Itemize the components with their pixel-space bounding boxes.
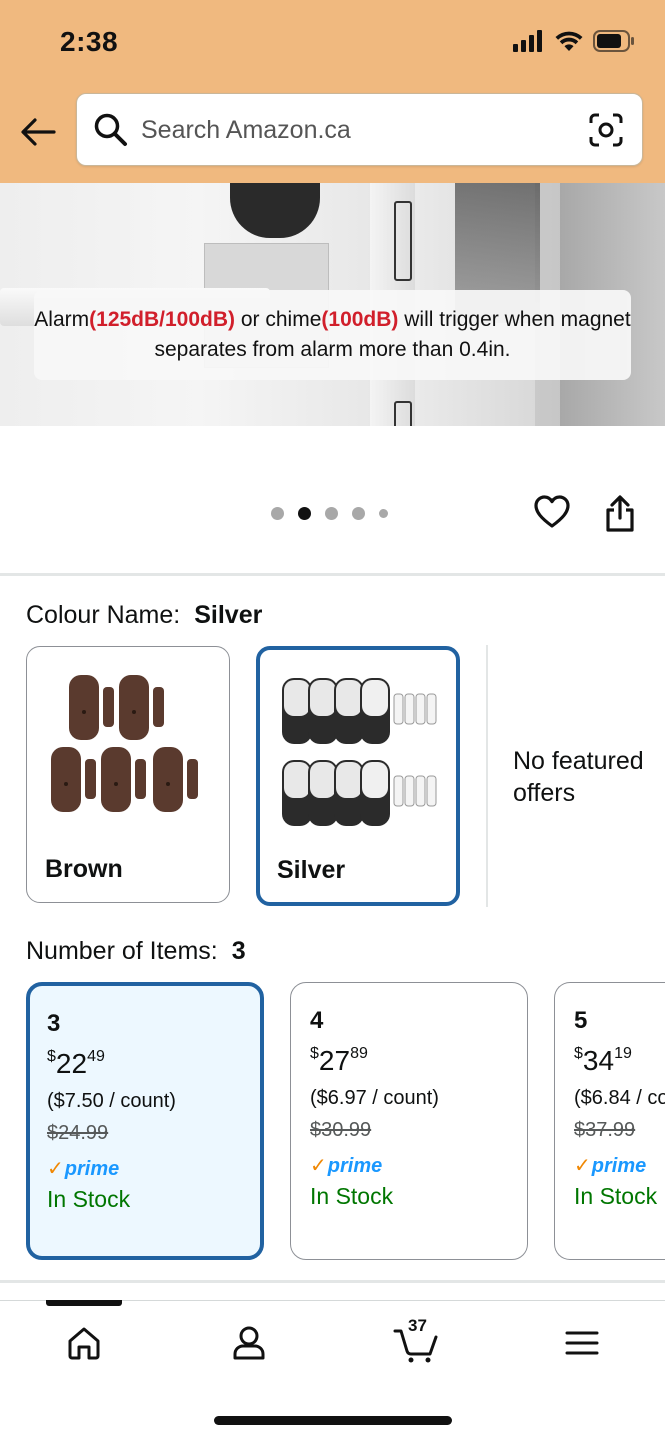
colour-option-brown[interactable]: Brown: [26, 646, 230, 903]
home-icon: [68, 1327, 100, 1360]
carousel-dot[interactable]: [271, 507, 284, 520]
prime-label: prime: [327, 1155, 383, 1177]
item-stock-status: In Stock: [47, 1186, 131, 1212]
caption-part: or chime: [235, 308, 322, 331]
camera-search-icon[interactable]: [588, 112, 624, 148]
item-price: $2249: [47, 1048, 105, 1080]
nav-account[interactable]: [219, 1320, 279, 1366]
image-strike-plate: [394, 201, 412, 281]
prime-label: prime: [64, 1158, 120, 1180]
colour-divider: [486, 645, 488, 907]
colour-option-label: Silver: [277, 856, 346, 884]
nav-home[interactable]: [54, 1320, 114, 1366]
prime-check-icon: ✓: [310, 1155, 327, 1177]
item-unit-price: ($7.50 / count): [47, 1090, 176, 1112]
image-strike-plate-lower: [394, 401, 412, 426]
item-quantity: 3: [47, 1010, 61, 1037]
wifi-icon: [555, 31, 583, 51]
price-currency: $: [47, 1048, 56, 1065]
colour-option-label: Brown: [45, 855, 123, 883]
share-icon: [606, 495, 634, 532]
product-image[interactable]: Alarm(125dB/100dB) or chime(100dB) will …: [0, 183, 665, 426]
share-button[interactable]: [601, 494, 639, 539]
colour-name-label: Colour Name: Silver: [26, 601, 262, 630]
prime-badge: ✓prime: [310, 1153, 382, 1178]
item-list-price: $30.99: [310, 1119, 372, 1141]
price-whole: 34: [582, 1045, 615, 1076]
heart-icon: [534, 495, 570, 528]
prime-badge: ✓prime: [574, 1153, 646, 1178]
search-input[interactable]: [141, 112, 561, 148]
nav-menu[interactable]: [552, 1320, 612, 1366]
prime-label: prime: [591, 1155, 647, 1177]
items-label-text: Number of Items:: [26, 937, 218, 965]
price-whole: 27: [318, 1045, 351, 1076]
prime-check-icon: ✓: [574, 1155, 591, 1177]
carousel-dots[interactable]: [271, 507, 388, 520]
item-quantity: 4: [310, 1007, 324, 1034]
prime-check-icon: ✓: [47, 1158, 64, 1180]
wishlist-button[interactable]: [533, 493, 571, 536]
active-tab-indicator: [46, 1300, 122, 1306]
item-quantity: 5: [574, 1007, 588, 1034]
search-bar[interactable]: [76, 93, 643, 166]
section-divider: [0, 573, 665, 576]
account-icon: [233, 1326, 265, 1360]
menu-icon: [565, 1331, 599, 1355]
colour-selected-value: Silver: [194, 601, 263, 629]
app-header: 2:38: [0, 0, 665, 183]
price-fraction: 19: [614, 1045, 632, 1062]
item-stock-status: In Stock: [574, 1183, 658, 1209]
carousel-dot[interactable]: [325, 507, 338, 520]
colour-label-text: Colour Name:: [26, 601, 181, 629]
section-divider: [0, 1280, 665, 1283]
item-option-3[interactable]: 3 $2249 ($7.50 / count) $24.99 ✓prime In…: [26, 982, 264, 1260]
price-currency: $: [574, 1045, 583, 1062]
price-fraction: 49: [87, 1048, 105, 1065]
back-button[interactable]: [18, 112, 58, 152]
price-whole: 22: [55, 1048, 88, 1079]
item-unit-price: ($6.97 / count): [310, 1087, 439, 1109]
caption-emphasis: (125dB/100dB): [89, 308, 236, 331]
item-option-4[interactable]: 4 $2789 ($6.97 / count) $30.99 ✓prime In…: [290, 982, 528, 1260]
item-option-5[interactable]: 5 $3419 ($6.84 / count) $37.99 ✓prime In…: [554, 982, 665, 1260]
item-price: $2789: [310, 1045, 368, 1077]
carousel-dot[interactable]: [352, 507, 365, 520]
search-icon: [94, 113, 127, 146]
prime-badge: ✓prime: [47, 1156, 119, 1181]
caption-emphasis: (100dB): [321, 308, 399, 331]
no-featured-offers: No featured offers: [513, 747, 644, 807]
image-caption: Alarm(125dB/100dB) or chime(100dB) will …: [34, 290, 631, 380]
home-indicator-bar[interactable]: [214, 1416, 452, 1425]
brown-product-thumbnail: [51, 675, 198, 812]
item-price: $3419: [574, 1045, 632, 1077]
item-list-price: $37.99: [574, 1119, 636, 1141]
cellular-signal-icon: [513, 30, 542, 52]
silver-product-thumbnail: [282, 678, 437, 826]
battery-icon: [593, 30, 634, 52]
item-stock-status: In Stock: [310, 1183, 394, 1209]
price-fraction: 89: [350, 1045, 368, 1062]
items-selected-value: 3: [231, 937, 246, 965]
status-time: 2:38: [60, 26, 119, 57]
back-arrow-icon: [21, 118, 56, 146]
item-unit-price: ($6.84 / count): [574, 1087, 665, 1109]
item-list-price: $24.99: [47, 1122, 109, 1144]
colour-option-silver[interactable]: Silver: [256, 646, 460, 906]
price-currency: $: [310, 1045, 319, 1062]
number-of-items-label: Number of Items: 3: [26, 937, 246, 966]
carousel-dot[interactable]: [379, 509, 388, 518]
cart-count-badge: 37: [408, 1316, 427, 1335]
carousel-dot-active[interactable]: [298, 507, 311, 520]
status-icons: [513, 30, 635, 52]
caption-part: Alarm: [34, 308, 90, 331]
